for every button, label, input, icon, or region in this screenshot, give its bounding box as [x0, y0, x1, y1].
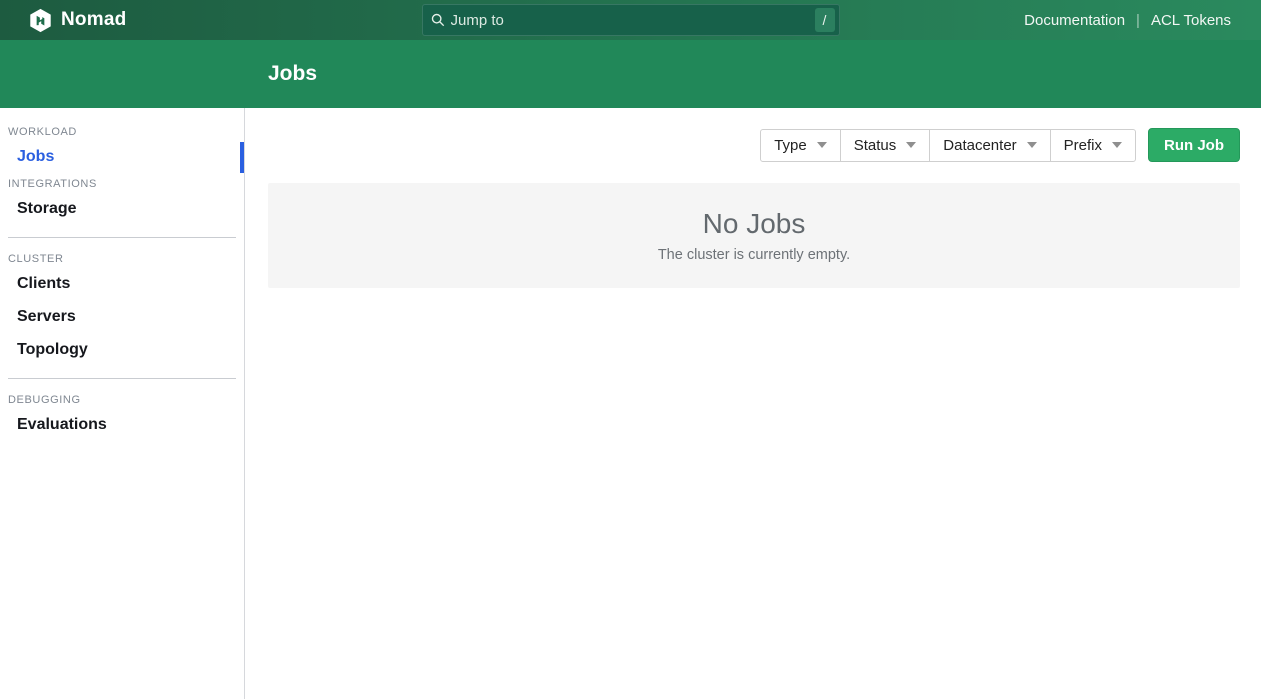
documentation-link[interactable]: Documentation: [1024, 12, 1125, 29]
acl-tokens-link[interactable]: ACL Tokens: [1151, 12, 1231, 29]
sidebar-divider: [8, 378, 236, 379]
sidebar-item-topology[interactable]: Topology: [0, 334, 244, 367]
sidebar: WORKLOAD Jobs INTEGRATIONS Storage CLUST…: [0, 108, 245, 699]
datacenter-filter-label: Datacenter: [943, 137, 1016, 154]
status-filter-dropdown[interactable]: Status: [840, 129, 931, 162]
sidebar-section-workload: WORKLOAD: [0, 122, 244, 141]
search-input[interactable]: [451, 12, 815, 29]
caret-down-icon: [906, 142, 916, 148]
run-job-button[interactable]: Run Job: [1148, 128, 1240, 162]
sidebar-item-evaluations[interactable]: Evaluations: [0, 409, 244, 442]
empty-state-message: The cluster is currently empty.: [658, 247, 850, 263]
shortcut-key-hint: /: [815, 8, 835, 32]
sidebar-item-storage[interactable]: Storage: [0, 193, 244, 226]
sidebar-section-debugging: DEBUGGING: [0, 390, 244, 409]
page-title: Jobs: [268, 62, 317, 86]
link-separator: |: [1136, 12, 1140, 29]
sidebar-divider: [8, 237, 236, 238]
type-filter-label: Type: [774, 137, 807, 154]
search-icon: [431, 13, 445, 27]
nomad-logo-icon: [28, 8, 53, 33]
caret-down-icon: [817, 142, 827, 148]
filter-group: Type Status Datacenter Prefix: [760, 129, 1136, 162]
caret-down-icon: [1027, 142, 1037, 148]
sidebar-section-integrations: INTEGRATIONS: [0, 174, 244, 193]
datacenter-filter-dropdown[interactable]: Datacenter: [929, 129, 1050, 162]
type-filter-dropdown[interactable]: Type: [760, 129, 841, 162]
page-header: Jobs: [0, 40, 1261, 108]
jump-to-search[interactable]: /: [422, 4, 840, 36]
prefix-filter-label: Prefix: [1064, 137, 1102, 154]
sidebar-section-cluster: CLUSTER: [0, 249, 244, 268]
prefix-filter-dropdown[interactable]: Prefix: [1050, 129, 1136, 162]
caret-down-icon: [1112, 142, 1122, 148]
empty-state-panel: No Jobs The cluster is currently empty.: [268, 183, 1240, 288]
nomad-brand[interactable]: Nomad: [28, 8, 126, 33]
sidebar-item-servers[interactable]: Servers: [0, 301, 244, 334]
topbar-links: Documentation | ACL Tokens: [1024, 12, 1231, 29]
sidebar-item-clients[interactable]: Clients: [0, 268, 244, 301]
brand-name: Nomad: [61, 9, 126, 31]
sidebar-item-jobs[interactable]: Jobs: [0, 141, 244, 174]
empty-state-title: No Jobs: [703, 208, 806, 240]
jobs-toolbar: Type Status Datacenter Prefix Run Job: [268, 128, 1240, 162]
status-filter-label: Status: [854, 137, 897, 154]
top-navigation-bar: Nomad / Documentation | ACL Tokens: [0, 0, 1261, 40]
main-content: Type Status Datacenter Prefix Run Job: [245, 108, 1261, 699]
